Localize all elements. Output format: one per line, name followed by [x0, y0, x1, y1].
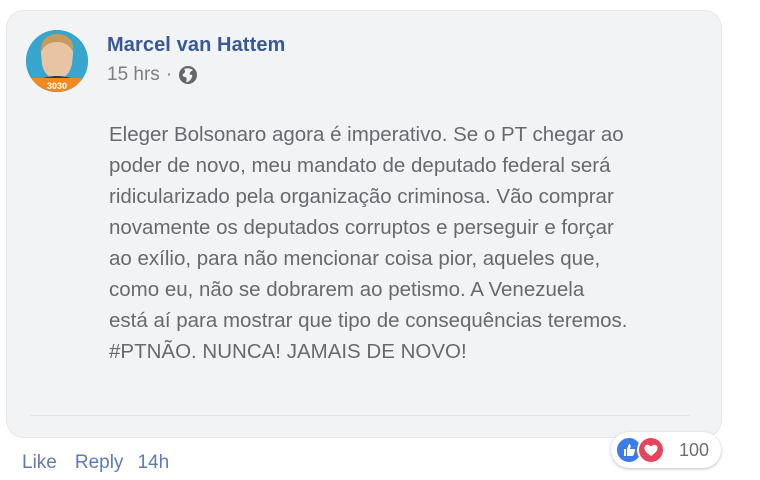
comment-line: Eleger Bolsonaro agora é imperativo. Se … — [109, 123, 624, 146]
author-name[interactable]: Marcel van Hattem — [107, 34, 285, 57]
avatar[interactable]: 3030 — [26, 30, 88, 92]
comment-actions: Like Reply 14h — [22, 452, 169, 474]
comment-line: poder de novo, meu mandato de deputado f… — [109, 154, 611, 177]
comment-line: #PTNÃO. NUNCA! JAMAIS DE NOVO! — [109, 340, 467, 363]
globe-icon — [178, 65, 198, 85]
comment-meta: 15 hrs · — [107, 64, 198, 86]
meta-separator: · — [165, 64, 173, 85]
comment-line: ridicularizado pela organização criminos… — [109, 185, 614, 208]
reply-button[interactable]: Reply — [75, 452, 124, 474]
comment-line: ao exílio, para não mencionar coisa pior… — [109, 247, 601, 270]
comment-line: está aí para mostrar que tipo de consequ… — [109, 309, 628, 332]
post-time[interactable]: 15 hrs — [107, 64, 160, 86]
reactions-summary[interactable]: 100 — [611, 432, 721, 468]
love-reaction-icon — [637, 436, 665, 464]
like-button[interactable]: Like — [22, 452, 57, 474]
comment-text: Eleger Bolsonaro agora é imperativo. Se … — [109, 119, 709, 367]
avatar-badge: 3030 — [47, 81, 67, 91]
reaction-count: 100 — [679, 440, 710, 460]
comment-timestamp[interactable]: 14h — [137, 452, 169, 474]
avatar-image: 3030 — [26, 30, 88, 92]
comment-line: novamente os deputados corruptos e perse… — [109, 216, 614, 239]
divider — [30, 415, 690, 416]
comment-line: como eu, não se dobrarem ao petismo. A V… — [109, 278, 585, 301]
